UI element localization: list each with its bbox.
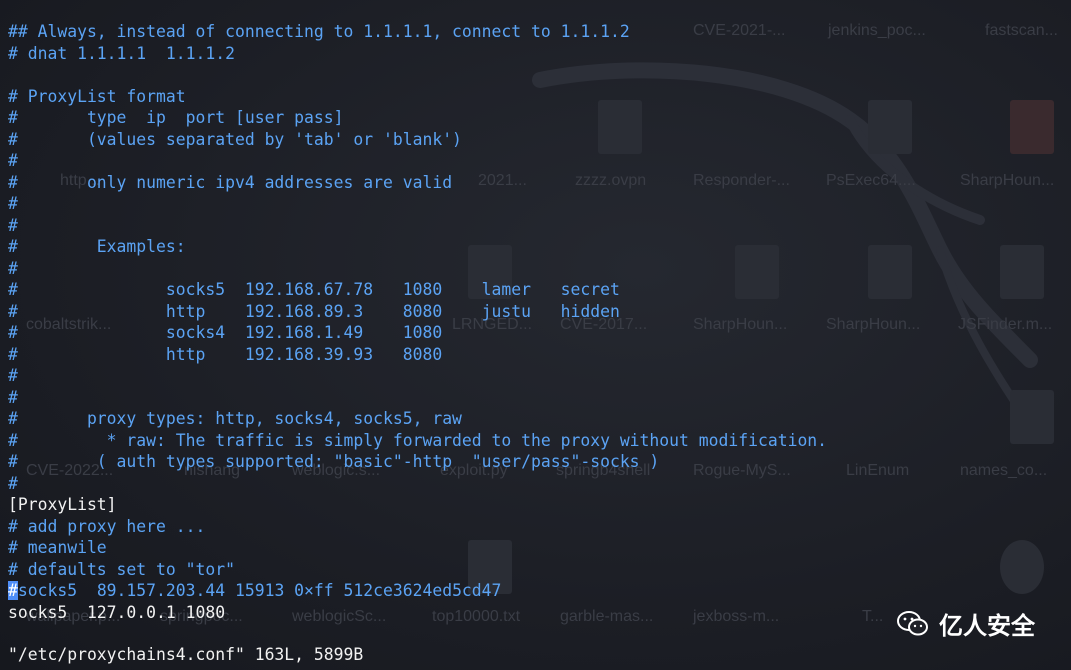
editor-line[interactable]: # ( auth types supported: "basic"-http "…	[8, 451, 827, 473]
editor-line[interactable]	[8, 64, 827, 86]
comment-text: # socks4 192.168.1.49 1080	[8, 323, 443, 342]
editor-line[interactable]: # Examples:	[8, 236, 827, 258]
comment-text: # only numeric ipv4 addresses are valid	[8, 172, 453, 192]
comment-text: #	[8, 387, 18, 407]
file-icon	[1000, 245, 1044, 299]
editor-line[interactable]: #	[8, 215, 827, 237]
terminal-window[interactable]: CVE-2021-... jenkins_poc... fastscan... …	[0, 0, 1071, 670]
editor-line[interactable]: socks5 127.0.0.1 1080	[8, 602, 827, 624]
comment-text: # defaults set to "tor"	[8, 559, 235, 579]
editor-line[interactable]: # dnat 1.1.1.1 1.1.1.2	[8, 43, 827, 65]
desktop-label: fastscan...	[985, 22, 1058, 39]
editor-line[interactable]: # only numeric ipv4 addresses are valid	[8, 172, 827, 194]
editor-line[interactable]: # socks5 192.168.67.78 1080 lamer secret	[8, 279, 827, 301]
editor-line[interactable]: # socks4 192.168.1.49 1080	[8, 322, 827, 344]
editor-line[interactable]: # * raw: The traffic is simply forwarded…	[8, 430, 827, 452]
comment-text: #	[8, 215, 18, 235]
desktop-label: SharpHoun...	[826, 316, 921, 333]
comment-text: # * raw: The traffic is simply forwarded…	[8, 430, 828, 450]
comment-text: #	[8, 473, 18, 493]
comment-text: # add proxy here ...	[8, 516, 206, 536]
editor-line[interactable]: #	[8, 473, 827, 495]
file-icon	[868, 245, 912, 299]
editor-line[interactable]: # ProxyList format	[8, 86, 827, 108]
file-icon	[868, 100, 912, 154]
editor-line[interactable]: # meanwile	[8, 537, 827, 559]
editor-buffer[interactable]: ## Always, instead of connecting to 1.1.…	[8, 21, 827, 623]
comment-text: # meanwile	[8, 538, 107, 557]
editor-line[interactable]: #	[8, 150, 827, 172]
config-text: [ProxyList]	[8, 495, 117, 514]
file-icon	[1010, 390, 1054, 444]
comment-text: # (values separated by 'tab' or 'blank')	[8, 129, 462, 149]
editor-line[interactable]: #socks5 89.157.203.44 15913 0×ff 512ce36…	[8, 580, 827, 602]
editor-line[interactable]: # proxy types: http, socks4, socks5, raw	[8, 408, 827, 430]
watermark-text: 亿人安全	[939, 612, 1035, 640]
status-line: "/etc/proxychains4.conf" 163L, 5899B	[8, 645, 364, 664]
editor-line[interactable]: ## Always, instead of connecting to 1.1.…	[8, 21, 827, 43]
text-cursor: #	[8, 581, 18, 600]
editor-line[interactable]: # http 192.168.39.93 8080	[8, 344, 827, 366]
file-icon	[1010, 100, 1054, 154]
editor-line[interactable]: #	[8, 365, 827, 387]
comment-text: # dnat 1.1.1.1 1.1.1.2	[8, 43, 235, 63]
comment-text: # http 192.168.89.3 8080 justu hidden	[8, 301, 620, 321]
editor-line[interactable]: # defaults set to "tor"	[8, 559, 827, 581]
comment-text: #	[8, 194, 18, 213]
editor-line[interactable]: #	[8, 193, 827, 215]
editor-line[interactable]: # (values separated by 'tab' or 'blank')	[8, 129, 827, 151]
comment-text: # proxy types: http, socks4, socks5, raw	[8, 409, 462, 428]
comment-text: # Examples:	[8, 237, 186, 256]
comment-text: #	[8, 151, 18, 170]
desktop-label: PsExec64....	[826, 172, 916, 189]
comment-text: # ProxyList format	[8, 86, 186, 106]
comment-text: # type ip port [user pass]	[8, 108, 344, 127]
editor-line[interactable]: #	[8, 258, 827, 280]
watermark: 亿人安全	[897, 606, 1035, 641]
desktop-label: SharpHoun...	[960, 172, 1055, 189]
editor-line[interactable]: # http 192.168.89.3 8080 justu hidden	[8, 301, 827, 323]
gear-icon	[1000, 540, 1044, 594]
comment-text: socks5 89.157.203.44 15913 0×ff 512ce362…	[17, 581, 502, 600]
editor-line[interactable]: #	[8, 387, 827, 409]
config-text: socks5 127.0.0.1 1080	[8, 602, 226, 622]
editor-line[interactable]: [ProxyList]	[8, 494, 827, 516]
comment-text: # http 192.168.39.93 8080	[8, 344, 443, 364]
desktop-label: T...	[862, 608, 884, 625]
editor-line[interactable]: # type ip port [user pass]	[8, 107, 827, 129]
desktop-label: JSFinder.m...	[958, 316, 1053, 333]
editor-line[interactable]: # add proxy here ...	[8, 516, 827, 538]
comment-text: # socks5 192.168.67.78 1080 lamer secret	[8, 280, 620, 299]
desktop-label: names_co...	[960, 462, 1048, 479]
wechat-icon	[897, 610, 928, 635]
desktop-label: LinEnum	[846, 462, 910, 479]
comment-text: #	[8, 258, 18, 278]
comment-text: # ( auth types supported: "basic"-http "…	[8, 452, 660, 471]
desktop-label: jenkins_poc...	[828, 22, 926, 39]
comment-text: #	[8, 366, 18, 385]
comment-text: ## Always, instead of connecting to 1.1.…	[8, 22, 630, 41]
